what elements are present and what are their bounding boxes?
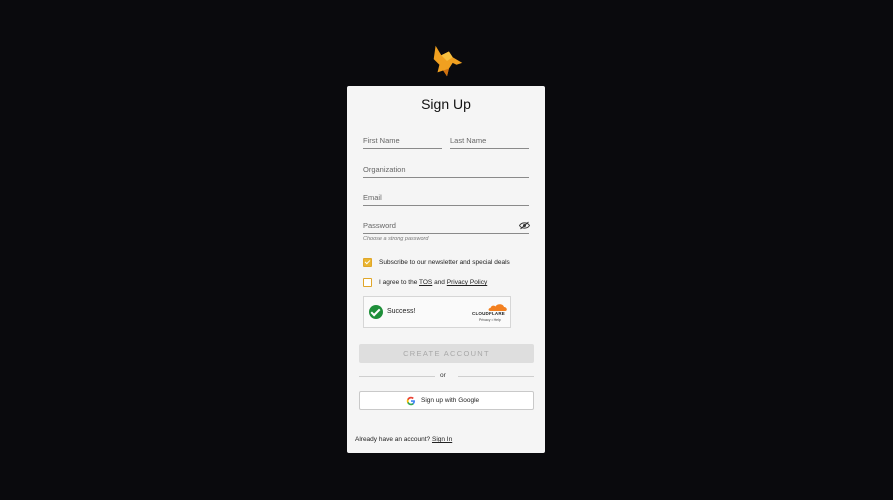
organization-label: Organization [363,165,406,174]
tos-checkbox[interactable] [363,278,372,287]
tos-prefix: I agree to the [379,279,418,286]
signup-card: Sign Up First Name Last Name Organizatio… [347,86,545,453]
create-account-button[interactable]: CREATE ACCOUNT [359,344,534,363]
sign-in-link[interactable]: Sign In [432,436,452,443]
already-account-text: Already have an account? Sign In [355,436,452,443]
google-icon [406,396,415,406]
password-field[interactable]: Password [363,219,529,234]
eye-off-icon[interactable] [519,221,530,230]
tos-link[interactable]: TOS [419,279,432,286]
cloudflare-brand: CLOUDFLARE [472,311,505,316]
first-name-label: First Name [363,136,400,145]
email-label: Email [363,193,382,202]
page-title: Sign Up [421,96,471,112]
divider-left [359,376,435,377]
fox-logo-icon [433,45,463,77]
privacy-policy-link[interactable]: Privacy Policy [447,279,487,286]
or-separator: or [440,372,446,379]
first-name-field[interactable]: First Name [363,134,442,149]
captcha-status: Success! [387,308,416,315]
email-field[interactable]: Email [363,191,529,206]
already-label: Already have an account? [355,436,431,443]
cloudflare-captcha[interactable]: Success! CLOUDFLARE Privacy • Help [363,296,511,328]
google-signup-button[interactable]: Sign up with Google [359,391,534,410]
captcha-links[interactable]: Privacy • Help [479,318,501,322]
newsletter-label: Subscribe to our newsletter and special … [379,259,510,266]
tos-label: I agree to the TOS and Privacy Policy [379,279,487,286]
newsletter-checkbox[interactable] [363,258,372,267]
check-circle-icon [369,305,383,319]
password-label: Password [363,221,396,230]
organization-field[interactable]: Organization [363,163,529,178]
password-hint: Choose a strong password [363,236,429,242]
tos-and: and [434,279,445,286]
last-name-field[interactable]: Last Name [450,134,529,149]
google-signup-label: Sign up with Google [421,397,480,404]
divider-right [458,376,534,377]
last-name-label: Last Name [450,136,487,145]
